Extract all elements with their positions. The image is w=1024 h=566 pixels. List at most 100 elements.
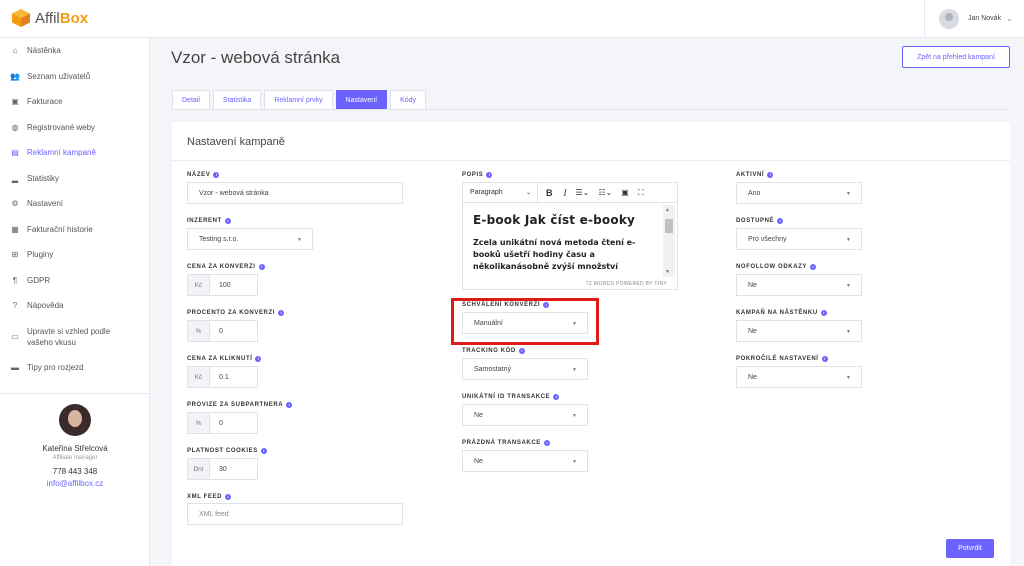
percent-per-conversion-input[interactable]: % 0: [187, 320, 258, 342]
info-icon[interactable]: i: [213, 172, 220, 178]
manager-role: Affiliate manager: [52, 455, 98, 461]
info-icon[interactable]: i: [278, 310, 285, 316]
name-input[interactable]: Vzor - webová stránka: [187, 182, 403, 204]
dashboard-campaign-select[interactable]: Ne ▼: [736, 320, 862, 342]
empty-transaction-label: PRÁZDNÁ TRANSAKCE i: [462, 440, 550, 446]
caret-down-icon: ▼: [846, 283, 851, 289]
scroll-down-icon[interactable]: ▼: [665, 269, 670, 275]
editor-content[interactable]: E-book Jak číst e-booky Zcela unikátní n…: [473, 213, 659, 273]
avatar: [939, 8, 959, 29]
info-icon[interactable]: i: [553, 394, 560, 400]
tab-statistics[interactable]: Statistika: [212, 90, 262, 110]
sidebar-item-dashboard[interactable]: ⌂ Nástěnka: [0, 38, 149, 64]
card-divider: [172, 160, 1010, 161]
sidebar-item-help[interactable]: ? Nápověda: [0, 293, 149, 319]
sidebar-item-plugins[interactable]: ⊞ Pluginy: [0, 242, 149, 268]
available-label: DOSTUPNÉ i: [736, 218, 784, 224]
bold-icon[interactable]: B: [546, 188, 553, 198]
xml-feed-input[interactable]: XML feed: [187, 503, 403, 525]
highlight-box: [451, 298, 599, 345]
price-per-conversion-input[interactable]: Kč 100: [187, 274, 258, 296]
available-select[interactable]: Pro všechny ▼: [736, 228, 862, 250]
info-icon[interactable]: i: [821, 356, 828, 362]
appearance-icon: ▭: [11, 332, 19, 341]
price-per-click-input[interactable]: Kč 0.1: [187, 366, 258, 388]
chevron-down-icon: ⌄: [1006, 14, 1013, 23]
tab-ad-elements[interactable]: Reklamní prvky: [264, 90, 333, 110]
italic-icon[interactable]: I: [564, 188, 567, 198]
home-icon: ⌂: [12, 46, 18, 56]
format-select[interactable]: Paragraph ⌄: [463, 183, 538, 202]
tracking-code-select[interactable]: Samostatný ▼: [462, 358, 588, 380]
editor-toolbar: Paragraph ⌄ B I ☰⌄ ☷⌄ ▣ ⛶: [463, 183, 677, 203]
editor-statusbar: 72 WORDS POWERED BY TINY: [585, 280, 667, 287]
sidebar-item-campaigns[interactable]: ▤ Reklamní kampaně: [0, 140, 149, 166]
info-icon[interactable]: i: [486, 172, 493, 178]
scroll-up-icon[interactable]: ▲: [665, 207, 670, 213]
info-icon[interactable]: i: [260, 448, 267, 454]
info-icon[interactable]: i: [255, 356, 262, 362]
info-icon[interactable]: i: [820, 310, 827, 316]
nofollow-select[interactable]: Ne ▼: [736, 274, 862, 296]
users-icon: 👥: [10, 71, 20, 81]
manager-email[interactable]: info@affilbox.cz: [0, 479, 150, 488]
active-label: AKTIVNÍ i: [736, 172, 774, 178]
globe-icon: ◍: [11, 122, 19, 132]
box-logo-icon: [11, 8, 31, 28]
advanced-settings-select[interactable]: Ne ▼: [736, 366, 862, 388]
history-icon: ▦: [11, 224, 19, 234]
info-icon[interactable]: i: [258, 264, 265, 270]
sidebar-item-billing[interactable]: ▣ Fakturace: [0, 89, 149, 115]
submit-button[interactable]: Potvrdit: [946, 539, 994, 558]
info-icon[interactable]: i: [810, 264, 816, 270]
bullet-list-icon[interactable]: ☰⌄: [576, 188, 590, 197]
percent-per-conversion-label: PROCENTO ZA KONVERZI i: [187, 310, 285, 316]
advertiser-select[interactable]: Testing s.r.o. ▼: [187, 228, 313, 250]
dashboard-campaign-label: KAMPAŇ NA NÁSTĚNKU i: [736, 310, 827, 316]
sidebar-item-websites[interactable]: ◍ Registrované weby: [0, 115, 149, 141]
info-icon[interactable]: i: [543, 440, 550, 446]
plugin-icon: ⊞: [11, 250, 19, 260]
info-icon[interactable]: i: [767, 172, 774, 178]
empty-transaction-select[interactable]: Ne ▼: [462, 450, 588, 472]
unique-transaction-id-select[interactable]: Ne ▼: [462, 404, 588, 426]
image-icon[interactable]: ▣: [621, 188, 629, 197]
tab-divider: [172, 109, 1010, 110]
user-menu[interactable]: Jan Novák ⌄: [924, 0, 1024, 37]
info-icon[interactable]: i: [286, 402, 293, 408]
info-icon[interactable]: i: [225, 494, 232, 500]
sidebar-item-gdpr[interactable]: ¶ GDPR: [0, 268, 149, 294]
scrollbar-thumb[interactable]: [665, 219, 673, 233]
tab-settings[interactable]: Nastavení: [335, 90, 388, 110]
sidebar-item-tips[interactable]: ▬ Tipy pro rozjezd: [0, 355, 149, 381]
editor-heading: E-book Jak číst e-booky: [473, 213, 636, 227]
card-title: Nastavení kampaně: [187, 136, 285, 148]
back-to-campaigns-button[interactable]: Zpět na přehled kampaní: [902, 46, 1010, 68]
sidebar-item-users[interactable]: 👥 Seznam uživatelů: [0, 64, 149, 90]
editor-paragraph: Zcela unikátní nová metoda čtení e-booků…: [473, 238, 636, 271]
top-bar: AffilBox Jan Novák ⌄: [0, 0, 1024, 38]
tab-detail[interactable]: Detail: [172, 90, 210, 110]
sidebar-item-settings[interactable]: ⚙ Nastavení: [0, 191, 149, 217]
tips-icon: ▬: [11, 362, 19, 372]
cookie-validity-input[interactable]: Dní 30: [187, 458, 258, 480]
price-per-click-label: CENA ZA KLIKNUTÍ i: [187, 356, 262, 362]
caret-down-icon: ▼: [572, 459, 577, 465]
tab-codes[interactable]: Kódy: [390, 90, 427, 110]
editor-scrollbar[interactable]: ▲ ▼: [663, 205, 675, 277]
sidebar-item-billing-history[interactable]: ▦ Fakturační historie: [0, 217, 149, 243]
xml-feed-label: XML FEED i: [187, 494, 232, 500]
description-editor[interactable]: Paragraph ⌄ B I ☰⌄ ☷⌄ ▣ ⛶ E-book Jak číst…: [462, 182, 678, 290]
price-per-conversion-label: CENA ZA KONVERZI i: [187, 264, 265, 270]
sidebar-item-appearance[interactable]: ▭ Upravte si vzhled podle vašeho vkusu: [0, 319, 149, 355]
info-icon[interactable]: i: [777, 218, 784, 224]
logo[interactable]: AffilBox: [11, 8, 88, 28]
subpartner-commission-input[interactable]: % 0: [187, 412, 258, 434]
info-icon[interactable]: i: [224, 218, 231, 224]
page-title: Vzor - webová stránka: [171, 48, 341, 67]
fullscreen-icon[interactable]: ⛶: [638, 188, 644, 198]
sidebar-item-statistics[interactable]: ▂ Statistiky: [0, 166, 149, 192]
info-icon[interactable]: i: [518, 348, 525, 354]
numbered-list-icon[interactable]: ☷⌄: [598, 188, 612, 197]
active-select[interactable]: Ano ▼: [736, 182, 862, 204]
